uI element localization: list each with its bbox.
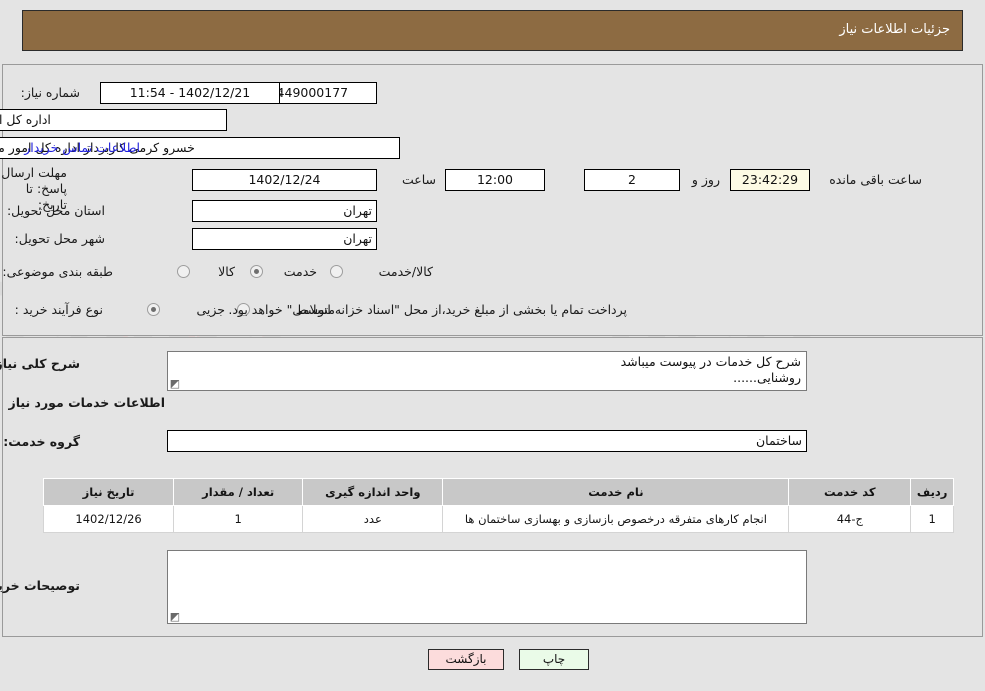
delivery-city-label: شهر محل تحویل: — [14, 231, 105, 246]
category-label: طبقه بندی موضوعی: — [2, 264, 113, 279]
col-date: تاریخ نیاز — [42, 478, 175, 506]
description-textarea[interactable]: شرح کل خدمات در پیوست میباشد روشنایی....… — [167, 351, 807, 391]
deadline-date-field[interactable]: 1402/12/24 — [192, 169, 377, 191]
cell-date: 1402/12/26 — [42, 505, 175, 533]
remaining-days-field[interactable]: 2 — [584, 169, 680, 191]
cell-code: ج-44 — [788, 505, 912, 533]
announce-datetime-field[interactable]: 1402/12/21 - 11:54 — [100, 82, 280, 104]
service-group-field[interactable]: ساختمان — [167, 430, 807, 452]
category-radio-khedmat[interactable] — [250, 265, 263, 278]
category-label-kala: کالا — [218, 264, 235, 279]
need-info-panel — [2, 64, 983, 336]
services-table: ردیف کد خدمت نام خدمت واحد اندازه گیری ت… — [42, 478, 954, 533]
cell-name: انجام کارهای متفرقه درخصوص بازسازی و بهس… — [442, 505, 790, 533]
payment-note: پرداخت تمام یا بخشی از مبلغ خرید،از محل … — [228, 302, 627, 317]
description-resize-handle[interactable]: ◩ — [169, 378, 180, 389]
buyer-org-field[interactable]: اداره کل امور مالیاتی غرب تهران — [0, 109, 227, 131]
category-label-khedmat: خدمت — [283, 264, 317, 279]
countdown-field: 23:42:29 — [730, 169, 810, 191]
table-row[interactable]: 1 ج-44 انجام کارهای متفرقه درخصوص بازساز… — [42, 505, 954, 533]
delivery-province-label: استان محل تحویل: — [6, 203, 105, 218]
table-header-row: ردیف کد خدمت نام خدمت واحد اندازه گیری ت… — [42, 478, 954, 506]
col-name: نام خدمت — [442, 478, 790, 506]
col-unit: واحد اندازه گیری — [302, 478, 444, 506]
cell-unit: عدد — [302, 505, 444, 533]
cell-qty: 1 — [173, 505, 304, 533]
process-label-jozi: جزیی — [196, 302, 225, 317]
window-titlebar: جزئیات اطلاعات نیاز — [22, 10, 963, 51]
page-title: جزئیات اطلاعات نیاز — [839, 22, 950, 37]
back-button[interactable]: بازگشت — [428, 649, 504, 670]
print-button[interactable]: چاپ — [519, 649, 589, 670]
delivery-city-field[interactable]: تهران — [192, 228, 377, 250]
category-radio-kala-khedmat[interactable] — [330, 265, 343, 278]
description-label: شرح کلی نیاز: — [0, 356, 80, 371]
need-number-label: شماره نیاز: — [20, 85, 80, 100]
buyer-comments-textarea[interactable] — [167, 550, 807, 624]
process-label: نوع فرآیند خرید : — [14, 302, 103, 317]
remaining-days-label: روز و — [691, 172, 720, 187]
category-label-kala-khedmat: کالا/خدمت — [378, 264, 433, 279]
category-radio-kala[interactable] — [177, 265, 190, 278]
service-group-label: گروه خدمت: — [3, 434, 80, 449]
delivery-province-field[interactable]: تهران — [192, 200, 377, 222]
page-root: AriaTender .net جزئیات اطلاعات نیاز شمار… — [0, 0, 985, 691]
col-row: ردیف — [910, 478, 954, 506]
deadline-time-label: ساعت — [401, 172, 436, 187]
buyer-comments-label: توصیحات خریدار; — [0, 578, 80, 593]
col-code: کد خدمت — [788, 478, 912, 506]
process-radio-jozi[interactable] — [147, 303, 160, 316]
buyer-contact-link[interactable]: اطلاعات تماس خریدار — [24, 140, 140, 155]
cell-row: 1 — [910, 505, 954, 533]
countdown-label: ساعت باقی مانده — [829, 172, 922, 187]
services-section-title: اطلاعات خدمات مورد نیاز — [8, 395, 166, 410]
deadline-time-field[interactable]: 12:00 — [445, 169, 545, 191]
buyer-comments-resize-handle[interactable]: ◩ — [169, 611, 180, 622]
col-qty: تعداد / مقدار — [173, 478, 304, 506]
